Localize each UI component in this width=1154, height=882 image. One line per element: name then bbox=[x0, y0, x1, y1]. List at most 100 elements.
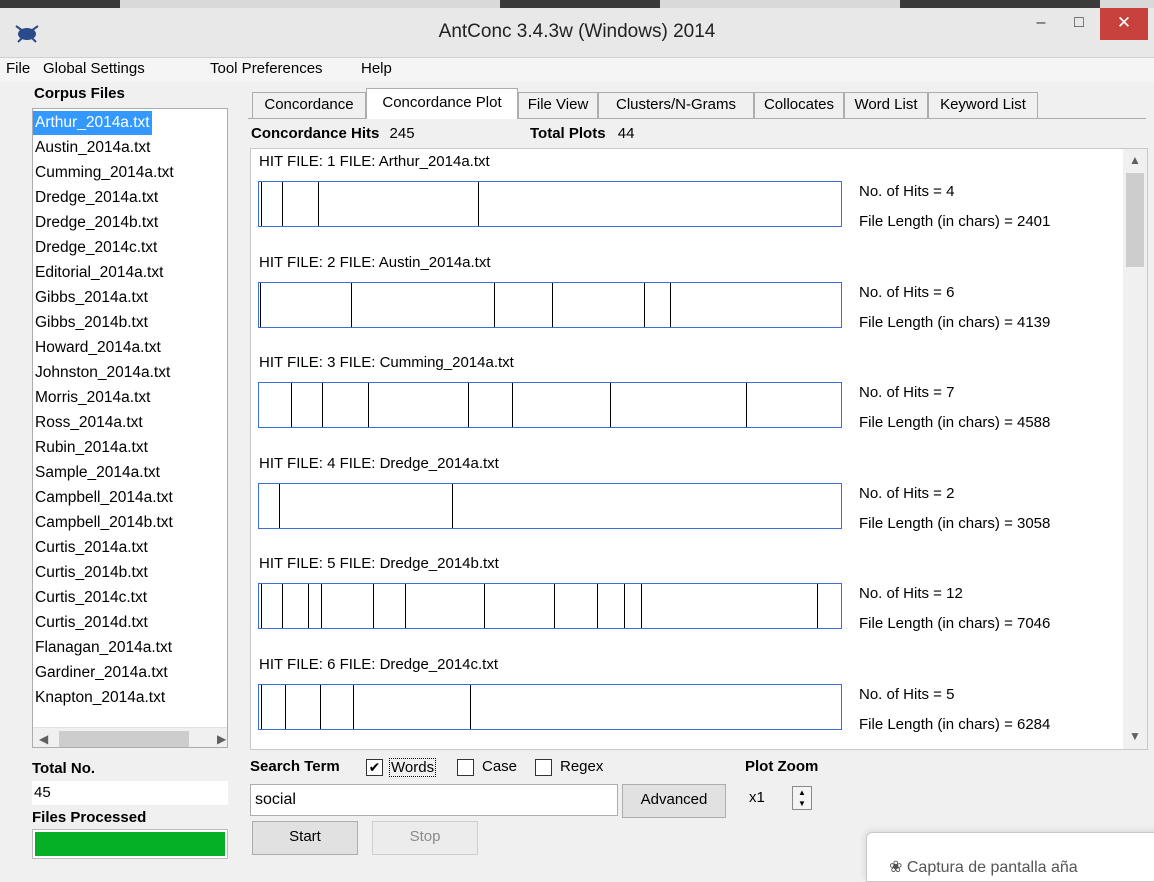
stop-button[interactable]: Stop bbox=[372, 821, 478, 855]
corpus-file-item[interactable]: Flanagan_2014a.txt bbox=[35, 636, 172, 660]
hit-line[interactable] bbox=[468, 383, 469, 427]
plot-bar[interactable] bbox=[258, 482, 842, 529]
maximize-button[interactable]: □ bbox=[1062, 8, 1096, 40]
hit-line[interactable] bbox=[470, 684, 471, 729]
hit-line[interactable] bbox=[610, 383, 611, 427]
concordance-plot-area[interactable]: HIT FILE: 1 FILE: Arthur_2014a.txt No. of… bbox=[250, 148, 1148, 750]
advanced-button[interactable]: Advanced bbox=[622, 784, 726, 818]
spinner-down-icon[interactable]: ▼ bbox=[793, 798, 811, 809]
hit-line[interactable] bbox=[322, 383, 323, 427]
hit-line[interactable] bbox=[624, 584, 625, 628]
corpus-list-hscroll-thumb[interactable] bbox=[59, 731, 189, 747]
hit-line[interactable] bbox=[368, 383, 369, 427]
corpus-file-item[interactable]: Cumming_2014a.txt bbox=[35, 161, 174, 185]
hit-line[interactable] bbox=[484, 584, 485, 628]
title-bar[interactable]: AntConc 3.4.3w (Windows) 2014 – □ ✕ bbox=[0, 8, 1154, 58]
hit-line[interactable] bbox=[308, 584, 309, 628]
hit-line[interactable] bbox=[478, 182, 479, 226]
start-button[interactable]: Start bbox=[252, 821, 358, 855]
hit-line[interactable] bbox=[552, 282, 553, 327]
hit-line[interactable] bbox=[321, 584, 322, 628]
plot-scroll-thumb[interactable] bbox=[1126, 173, 1144, 267]
screenshot-notification[interactable]: ❀ Captura de pantalla aña bbox=[866, 832, 1154, 882]
corpus-file-item[interactable]: Gibbs_2014a.txt bbox=[35, 286, 148, 310]
hit-line[interactable] bbox=[746, 383, 747, 427]
corpus-file-item[interactable]: Dredge_2014c.txt bbox=[35, 236, 157, 260]
corpus-file-item[interactable]: Knapton_2014a.txt bbox=[35, 686, 165, 710]
corpus-file-item[interactable]: Morris_2014a.txt bbox=[35, 386, 150, 410]
hit-line[interactable] bbox=[320, 684, 321, 729]
hit-line[interactable] bbox=[452, 483, 453, 528]
tab-file-view[interactable]: File View bbox=[518, 92, 598, 118]
corpus-file-item[interactable]: Rubin_2014a.txt bbox=[35, 436, 148, 460]
hit-line[interactable] bbox=[279, 483, 280, 528]
corpus-file-item[interactable]: Gibbs_2014b.txt bbox=[35, 311, 148, 335]
corpus-file-item[interactable]: Curtis_2014d.txt bbox=[35, 611, 148, 635]
hit-line[interactable] bbox=[494, 282, 495, 327]
menu-help[interactable]: Help bbox=[361, 60, 392, 77]
close-button[interactable]: ✕ bbox=[1100, 8, 1148, 40]
tab-keyword-list[interactable]: Keyword List bbox=[928, 92, 1038, 118]
corpus-list-horizontal-scrollbar[interactable]: ◀ ▶ bbox=[33, 727, 227, 747]
hit-line[interactable] bbox=[405, 584, 406, 628]
hit-line[interactable] bbox=[351, 282, 352, 327]
menu-tool-preferences[interactable]: Tool Preferences bbox=[210, 60, 323, 77]
corpus-file-item[interactable]: Johnston_2014a.txt bbox=[35, 361, 170, 385]
plot-bar[interactable] bbox=[258, 181, 842, 227]
plot-bar[interactable] bbox=[258, 683, 842, 730]
corpus-file-item[interactable]: Sample_2014a.txt bbox=[35, 461, 160, 485]
case-checkbox[interactable] bbox=[457, 759, 474, 776]
plot-scroll-down-icon[interactable]: ▼ bbox=[1129, 729, 1141, 743]
menu-file[interactable]: File bbox=[6, 60, 30, 77]
corpus-file-item[interactable]: Howard_2014a.txt bbox=[35, 336, 161, 360]
case-label[interactable]: Case bbox=[482, 758, 517, 775]
tab-word-list[interactable]: Word List bbox=[844, 92, 928, 118]
tab-concordance-plot[interactable]: Concordance Plot bbox=[366, 88, 518, 119]
hit-line[interactable] bbox=[817, 584, 818, 628]
hit-line[interactable] bbox=[260, 282, 261, 327]
tab-collocates[interactable]: Collocates bbox=[754, 92, 844, 118]
hit-line[interactable] bbox=[282, 182, 283, 226]
corpus-file-item[interactable]: Campbell_2014b.txt bbox=[35, 511, 173, 535]
words-label[interactable]: Words bbox=[389, 758, 437, 777]
hit-line[interactable] bbox=[644, 282, 645, 327]
hit-line[interactable] bbox=[318, 182, 319, 226]
hit-line[interactable] bbox=[373, 584, 374, 628]
plot-vertical-scrollbar[interactable]: ▲ ▼ bbox=[1123, 149, 1147, 749]
hit-line[interactable] bbox=[261, 584, 262, 628]
corpus-file-item[interactable]: Campbell_2014a.txt bbox=[35, 486, 173, 510]
tab-clusters-ngrams[interactable]: Clusters/N-Grams bbox=[598, 92, 754, 118]
minimize-button[interactable]: – bbox=[1024, 8, 1058, 40]
corpus-file-item[interactable]: Austin_2014a.txt bbox=[35, 136, 150, 160]
hit-line[interactable] bbox=[261, 182, 262, 226]
scroll-right-arrow-icon[interactable]: ▶ bbox=[217, 732, 226, 746]
corpus-files-list[interactable]: Arthur_2014a.txt Austin_2014a.txt Cumming_… bbox=[32, 108, 228, 748]
corpus-file-item[interactable]: Curtis_2014b.txt bbox=[35, 561, 148, 585]
scroll-left-arrow-icon[interactable]: ◀ bbox=[39, 732, 48, 746]
words-checkbox[interactable]: ✔ bbox=[366, 759, 383, 776]
hit-line[interactable] bbox=[597, 584, 598, 628]
spinner-up-icon[interactable]: ▲ bbox=[793, 787, 811, 798]
corpus-file-item[interactable]: Curtis_2014c.txt bbox=[35, 586, 147, 610]
hit-line[interactable] bbox=[291, 383, 292, 427]
hit-line[interactable] bbox=[554, 584, 555, 628]
corpus-file-item[interactable]: Curtis_2014a.txt bbox=[35, 536, 148, 560]
search-term-input[interactable]: social bbox=[250, 784, 618, 816]
hit-line[interactable] bbox=[261, 684, 262, 729]
plot-bar[interactable] bbox=[258, 382, 842, 428]
plot-bar[interactable] bbox=[258, 583, 842, 629]
corpus-file-item[interactable]: Dredge_2014b.txt bbox=[35, 211, 158, 235]
tab-concordance[interactable]: Concordance bbox=[252, 92, 366, 118]
corpus-file-item[interactable]: Dredge_2014a.txt bbox=[35, 186, 158, 210]
plot-bar[interactable] bbox=[258, 281, 842, 328]
menu-global-settings[interactable]: Global Settings bbox=[43, 60, 145, 77]
corpus-file-item[interactable]: Editorial_2014a.txt bbox=[35, 261, 163, 285]
hit-line[interactable] bbox=[670, 282, 671, 327]
hit-line[interactable] bbox=[353, 684, 354, 729]
hit-line[interactable] bbox=[641, 584, 642, 628]
regex-label[interactable]: Regex bbox=[560, 758, 603, 775]
hit-line[interactable] bbox=[285, 684, 286, 729]
corpus-file-item[interactable]: Gardiner_2014a.txt bbox=[35, 661, 168, 685]
plot-zoom-spinner[interactable]: ▲ ▼ bbox=[792, 786, 812, 810]
plot-scroll-up-icon[interactable]: ▲ bbox=[1129, 153, 1141, 167]
